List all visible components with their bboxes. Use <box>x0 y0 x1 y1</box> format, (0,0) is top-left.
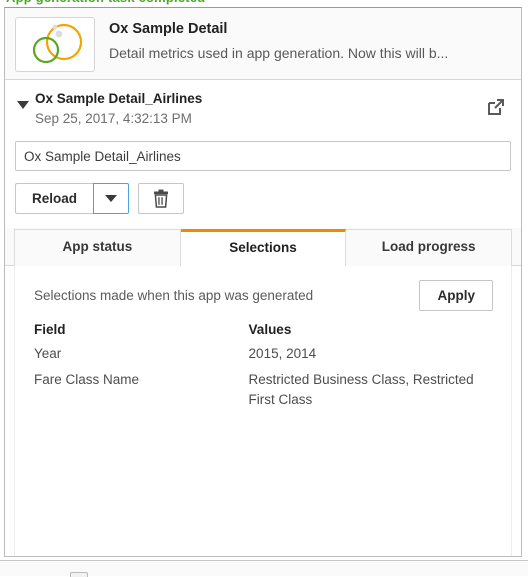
task-timestamp: Sep 25, 2017, 4:32:13 PM <box>35 111 192 126</box>
app-meta: Ox Sample Detail Detail metrics used in … <box>109 17 511 64</box>
tab-selections[interactable]: Selections <box>180 229 347 266</box>
task-disclosure-toggle[interactable] <box>15 90 31 109</box>
column-header-field: Field <box>34 322 66 337</box>
table-header-row: Field Values <box>34 322 493 344</box>
two-circles-icon <box>32 23 83 64</box>
tab-load-progress[interactable]: Load progress <box>346 229 513 266</box>
tab-app-status[interactable]: App status <box>14 229 181 266</box>
window-tab-handle[interactable] <box>70 572 88 577</box>
clipped-status-text: App generation task completed <box>6 0 205 5</box>
app-description: Detail metrics used in app generation. N… <box>109 45 449 61</box>
external-link-icon <box>488 99 504 115</box>
cell-field: Year <box>34 346 62 361</box>
clipped-status-strip: App generation task completed <box>0 0 528 7</box>
apply-button[interactable]: Apply <box>419 279 493 311</box>
reload-task-section: Ox Sample Detail_Airlines Sep 25, 2017, … <box>5 80 521 214</box>
tab-label: Load progress <box>381 239 476 254</box>
selections-table: Field Values Year 2015, 2014 Fare Class … <box>34 322 493 416</box>
app-title: Ox Sample Detail <box>109 21 228 37</box>
task-header-row: Ox Sample Detail_Airlines Sep 25, 2017, … <box>15 90 511 128</box>
app-detail-panel: Ox Sample Detail Detail metrics used in … <box>4 7 522 557</box>
app-thumbnail <box>15 17 95 72</box>
column-header-values: Values <box>248 322 292 337</box>
window-footer <box>0 560 528 577</box>
task-name: Ox Sample Detail_Airlines <box>35 91 203 106</box>
tab-label: App status <box>62 239 133 254</box>
cell-values: Restricted Business Class, Restricted Fi… <box>248 372 474 407</box>
table-row: Year 2015, 2014 <box>34 344 493 370</box>
task-name-input[interactable] <box>15 141 511 171</box>
caret-down-icon <box>105 195 117 202</box>
reload-button[interactable]: Reload <box>15 183 93 214</box>
task-action-row: Reload <box>15 183 511 214</box>
cell-values: 2015, 2014 <box>248 346 317 361</box>
app-header: Ox Sample Detail Detail metrics used in … <box>5 8 521 80</box>
task-titles: Ox Sample Detail_Airlines Sep 25, 2017, … <box>35 90 483 128</box>
reload-dropdown-button[interactable] <box>93 183 129 214</box>
caret-down-icon <box>17 101 29 109</box>
table-row: Fare Class Name Restricted Business Clas… <box>34 370 493 416</box>
selections-panel: Selections made when this app was genera… <box>14 266 512 556</box>
selections-note: Selections made when this app was genera… <box>34 287 314 303</box>
selections-panel-header: Selections made when this app was genera… <box>34 278 493 312</box>
cell-field: Fare Class Name <box>34 372 140 387</box>
open-app-button[interactable] <box>483 94 509 120</box>
trash-icon <box>154 189 168 208</box>
tab-bar: App status Selections Load progress <box>5 228 521 266</box>
tab-label: Selections <box>229 240 297 255</box>
reload-split-button: Reload <box>15 183 129 214</box>
delete-task-button[interactable] <box>138 183 184 214</box>
